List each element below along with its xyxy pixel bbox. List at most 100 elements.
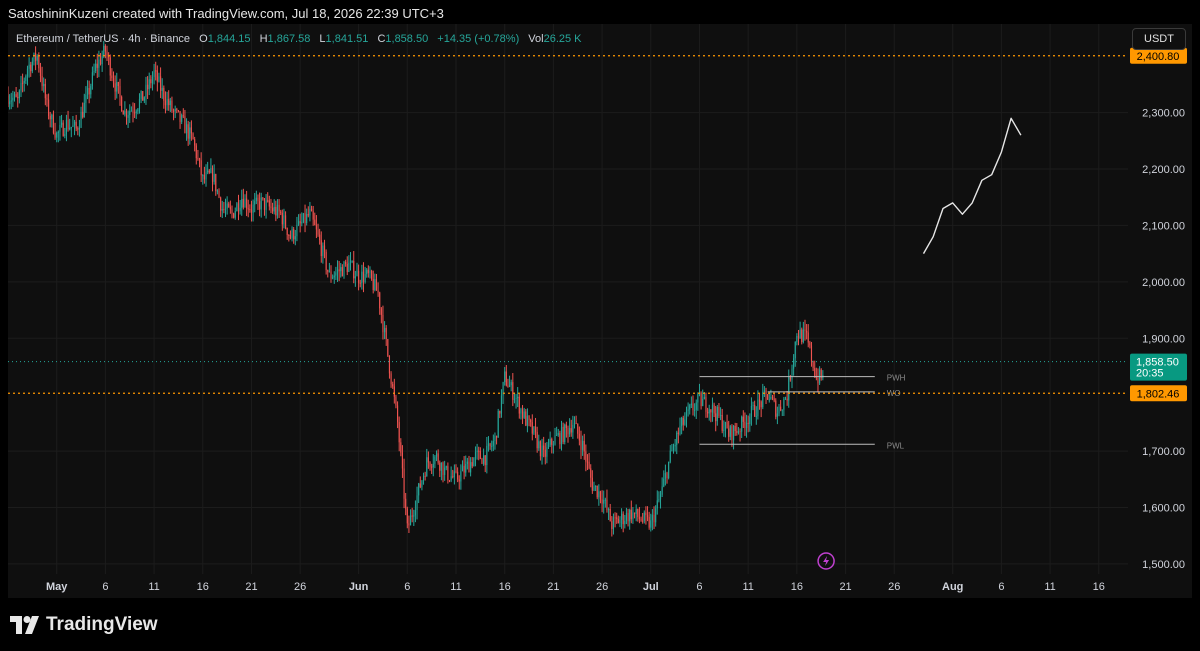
candle-body bbox=[504, 371, 506, 383]
candle-body bbox=[268, 200, 270, 207]
candle-body bbox=[705, 397, 707, 412]
candle-body bbox=[713, 404, 715, 414]
candle-body bbox=[335, 272, 337, 276]
candle-body bbox=[293, 229, 295, 240]
candle-body bbox=[192, 133, 194, 140]
candle-body bbox=[448, 480, 451, 482]
chart-area[interactable]: PWH WO PWL 2,300.00 2,200.00 2,100.00 2,000.00… bbox=[8, 24, 1192, 598]
price-chart[interactable]: PWHWOPWL2,300.002,200.002,100.002,000.00… bbox=[8, 24, 1192, 598]
candle-body bbox=[23, 80, 25, 84]
candle-body bbox=[541, 445, 543, 457]
candle-body bbox=[362, 271, 365, 283]
candle-body bbox=[625, 512, 628, 521]
candle-body bbox=[510, 382, 512, 386]
candle-body bbox=[711, 404, 714, 413]
candle-body bbox=[169, 100, 171, 106]
candle-body bbox=[559, 433, 561, 445]
candle-body bbox=[393, 386, 395, 397]
candle-body bbox=[720, 414, 722, 416]
candle-body bbox=[244, 198, 246, 208]
candle-body bbox=[786, 398, 788, 401]
x-tick-label: 16 bbox=[1093, 581, 1105, 593]
candle-body bbox=[343, 261, 345, 277]
candle-body bbox=[385, 327, 387, 340]
candle-body bbox=[580, 440, 582, 450]
symbol-name[interactable]: Ethereum / TetherUS · 4h · Binance bbox=[16, 33, 190, 45]
candle-body bbox=[15, 94, 17, 97]
candle-body bbox=[629, 509, 631, 522]
candle-body bbox=[207, 170, 209, 173]
x-tick-label: 21 bbox=[245, 581, 257, 593]
candle-body bbox=[78, 127, 80, 130]
candle-body bbox=[672, 446, 675, 451]
candle-body bbox=[435, 453, 438, 457]
candle-body bbox=[187, 124, 189, 139]
candle-body bbox=[590, 468, 592, 478]
candle-body bbox=[307, 214, 309, 216]
candle-body bbox=[270, 206, 272, 208]
candle-body bbox=[220, 197, 222, 211]
close-value: 1,858.50 bbox=[385, 33, 429, 45]
candle-body bbox=[486, 445, 488, 466]
candle-body bbox=[776, 413, 778, 417]
candle-body bbox=[382, 314, 384, 333]
candle-body bbox=[129, 111, 131, 116]
candle-body bbox=[780, 406, 782, 411]
candle-body bbox=[367, 269, 369, 273]
candle-body bbox=[728, 428, 730, 437]
candle-body bbox=[659, 494, 662, 500]
candle-body bbox=[681, 417, 683, 427]
candle-body bbox=[679, 426, 681, 434]
candle-body bbox=[586, 461, 589, 463]
candle-body bbox=[601, 499, 603, 504]
candle-body bbox=[661, 486, 663, 495]
candle-body bbox=[171, 100, 173, 111]
candle-body bbox=[9, 101, 11, 105]
open-value: 1,844.15 bbox=[207, 33, 251, 45]
candle-body bbox=[483, 455, 485, 464]
candle-body bbox=[158, 76, 160, 82]
candle-body bbox=[106, 51, 108, 56]
candle-body bbox=[745, 422, 748, 429]
level-label-pwh: PWH bbox=[887, 374, 906, 383]
candle-body bbox=[758, 399, 761, 402]
candle-body bbox=[25, 75, 27, 81]
candle-body bbox=[96, 63, 98, 68]
candle-body bbox=[348, 262, 350, 272]
candle-body bbox=[346, 263, 348, 272]
candle-body bbox=[366, 269, 368, 275]
currency-button[interactable]: USDT bbox=[1132, 28, 1186, 50]
candle-body bbox=[718, 406, 720, 416]
candle-body bbox=[185, 124, 188, 134]
candle-body bbox=[633, 512, 636, 514]
candle-body bbox=[135, 111, 137, 113]
candle-body bbox=[530, 420, 532, 423]
brand-name: TradingView bbox=[46, 614, 158, 635]
candle-body bbox=[320, 240, 322, 257]
candle-body bbox=[302, 213, 304, 223]
candle-body bbox=[744, 421, 746, 429]
candle-body bbox=[226, 203, 228, 209]
symbol-legend: Ethereum / TetherUS · 4h · Binance O1,84… bbox=[16, 33, 582, 45]
candle-body bbox=[233, 213, 235, 218]
candle-body bbox=[476, 450, 478, 453]
candle-body bbox=[38, 55, 40, 69]
candle-body bbox=[582, 440, 584, 450]
candle-body bbox=[161, 87, 163, 91]
candle-body bbox=[54, 132, 56, 138]
candle-body bbox=[747, 422, 749, 424]
candle-body bbox=[401, 452, 404, 469]
candle-body bbox=[560, 426, 563, 445]
candle-body bbox=[461, 465, 464, 472]
candle-body bbox=[62, 122, 64, 136]
candle-body bbox=[538, 441, 540, 449]
open-label: O bbox=[199, 33, 208, 45]
candle-body bbox=[306, 214, 308, 224]
candle-body bbox=[64, 134, 66, 136]
candle-body bbox=[95, 63, 97, 72]
candle-body bbox=[585, 451, 587, 462]
projection-path-drawing[interactable] bbox=[922, 117, 1022, 254]
candle-body bbox=[132, 110, 134, 113]
candle-body bbox=[254, 201, 256, 205]
candle-body bbox=[263, 198, 266, 210]
